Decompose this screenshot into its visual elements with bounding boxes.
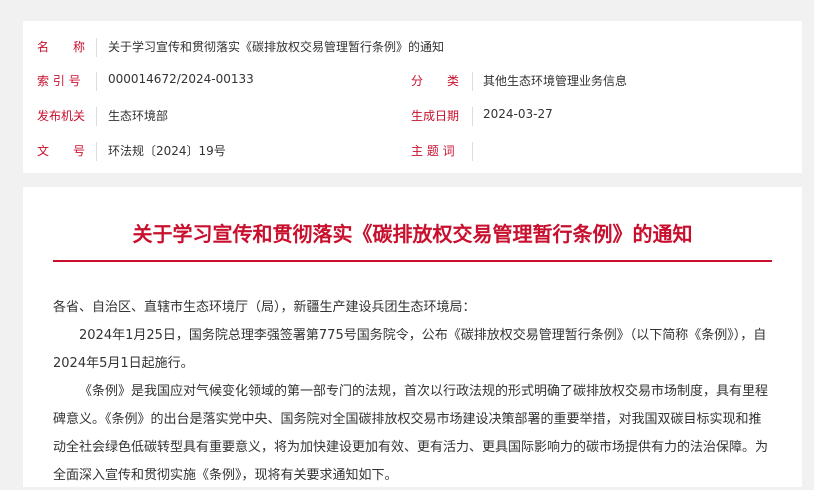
divider (96, 72, 97, 91)
paragraph-2: 《条例》是我国应对气候变化领域的第一部专门的法规，首次以行政法规的形式明确了碳排… (53, 384, 769, 483)
subject-label: 主 题 词 (411, 144, 455, 158)
title-rule (53, 260, 772, 262)
category-value: 其他生态环境管理业务信息 (483, 74, 628, 88)
document-metadata-panel: 名 称 关于学习宣传和贯彻落实《碳排放权交易管理暂行条例》的通知 索 引 号 0… (23, 21, 802, 173)
meta-row-issuer: 发布机关 生态环境部 生成日期 2024-03-27 (23, 99, 802, 133)
paragraph-1: 2024年1月25日，国务院总理李强签署第775号国务院令，公布《碳排放权交易管… (53, 328, 767, 371)
name-label: 名 称 (37, 40, 86, 54)
index-label: 索 引 号 (37, 74, 81, 88)
divider (472, 72, 473, 91)
index-value: 000014672/2024-00133 (108, 72, 254, 86)
divider (472, 107, 473, 126)
issuer-label: 发布机关 (37, 109, 86, 123)
divider (96, 38, 97, 57)
article-body: 各省、自治区、直辖市生态环境厅（局），新疆生产建设兵团生态环境局： 2024年1… (53, 294, 772, 490)
divider (96, 107, 97, 126)
divider (472, 142, 473, 161)
issuer-value: 生态环境部 (108, 109, 169, 123)
docno-value: 环法规〔2024〕19号 (108, 144, 226, 158)
date-value: 2024-03-27 (483, 107, 553, 121)
meta-row-name: 名 称 关于学习宣传和贯彻落实《碳排放权交易管理暂行条例》的通知 (23, 30, 802, 64)
meta-row-docno: 文 号 环法规〔2024〕19号 主 题 词 (23, 134, 802, 168)
category-label: 分 类 (411, 74, 460, 88)
article-title: 关于学习宣传和贯彻落实《碳排放权交易管理暂行条例》的通知 (132, 222, 693, 246)
name-value: 关于学习宣传和贯彻落实《碳排放权交易管理暂行条例》的通知 (108, 40, 445, 54)
divider (96, 142, 97, 161)
date-label: 生成日期 (411, 109, 460, 123)
docno-label: 文 号 (37, 144, 86, 158)
article-panel: 关于学习宣传和贯彻落实《碳排放权交易管理暂行条例》的通知 各省、自治区、直辖市生… (23, 187, 802, 487)
meta-row-index: 索 引 号 000014672/2024-00133 分 类 其他生态环境管理业… (23, 64, 802, 98)
salutation: 各省、自治区、直辖市生态环境厅（局），新疆生产建设兵团生态环境局： (53, 300, 476, 315)
